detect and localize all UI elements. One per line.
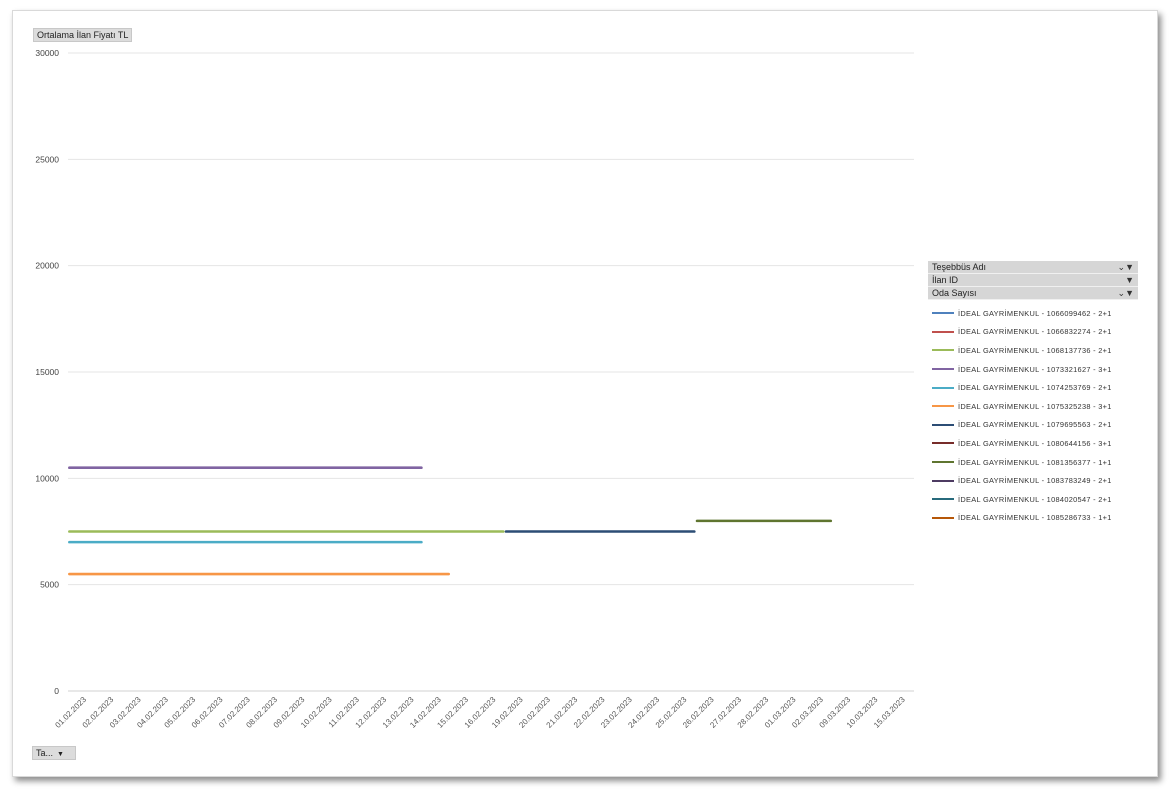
legend-field-label: İlan ID	[932, 275, 959, 285]
x-field-label: Ta...	[36, 748, 54, 758]
legend-swatch	[932, 330, 954, 333]
legend-field-oda-sayisi[interactable]: Oda Sayısı ⌄▼	[928, 287, 1138, 300]
legend-swatch	[932, 516, 954, 519]
legend-field-label: Teşebbüs Adı	[932, 262, 987, 272]
y-tick-label: 15000	[35, 367, 59, 377]
legend-swatch	[932, 405, 954, 408]
legend: Teşebbüs Adı ⌄▼ İlan ID ▼ Oda Sayısı ⌄▼ …	[928, 261, 1138, 527]
legend-swatch	[932, 479, 954, 482]
legend-label: İDEAL GAYRİMENKUL - 1083783249 - 2+1	[958, 476, 1112, 486]
filter-icon[interactable]: ⌄▼	[1118, 261, 1134, 273]
legend-field-label: Oda Sayısı	[932, 288, 977, 298]
legend-swatch	[932, 423, 954, 426]
y-tick-label: 5000	[40, 580, 59, 590]
legend-item: İDEAL GAYRİMENKUL - 1085286733 - 1+1	[928, 509, 1138, 528]
legend-swatch	[932, 498, 954, 501]
legend-label: İDEAL GAYRİMENKUL - 1084020547 - 2+1	[958, 494, 1112, 504]
y-tick-label: 10000	[35, 473, 59, 483]
series-lines	[68, 466, 833, 576]
legend-label: İDEAL GAYRİMENKUL - 1066832274 - 2+1	[958, 327, 1112, 337]
legend-label: İDEAL GAYRİMENKUL - 1085286733 - 1+1	[958, 513, 1112, 523]
filter-icon[interactable]: ⌄▼	[1118, 287, 1134, 299]
legend-label: İDEAL GAYRİMENKUL - 1073321627 - 3+1	[958, 364, 1112, 374]
y-tick-label: 20000	[35, 261, 59, 271]
y-field-button[interactable]: Ortalama İlan Fiyatı TL	[33, 28, 133, 42]
legend-field-tesebbus[interactable]: Teşebbüs Adı ⌄▼	[928, 261, 1138, 274]
legend-item: İDEAL GAYRİMENKUL - 1068137736 - 2+1	[928, 341, 1138, 360]
legend-label: İDEAL GAYRİMENKUL - 1079695563 - 2+1	[958, 420, 1112, 430]
legend-label: İDEAL GAYRİMENKUL - 1068137736 - 2+1	[958, 345, 1112, 355]
y-tick-label: 30000	[35, 48, 59, 58]
legend-item: İDEAL GAYRİMENKUL - 1074253769 - 2+1	[928, 378, 1138, 397]
legend-swatch	[932, 349, 954, 352]
legend-item: İDEAL GAYRİMENKUL - 1081356377 - 1+1	[928, 453, 1138, 472]
dropdown-arrow-icon: ▼	[57, 751, 64, 758]
legend-swatch	[932, 386, 954, 389]
legend-item: İDEAL GAYRİMENKUL - 1083783249 - 2+1	[928, 471, 1138, 490]
legend-item: İDEAL GAYRİMENKUL - 1080644156 - 3+1	[928, 434, 1138, 453]
legend-item: İDEAL GAYRİMENKUL - 1079695563 - 2+1	[928, 416, 1138, 435]
legend-field-ilan-id[interactable]: İlan ID ▼	[928, 274, 1138, 287]
legend-item: İDEAL GAYRİMENKUL - 1066832274 - 2+1	[928, 323, 1138, 342]
dropdown-icon[interactable]: ▼	[1125, 274, 1134, 286]
y-axis-ticks: 0 5000 10000 15000 20000 25000 30000	[35, 48, 59, 696]
legend-swatch	[932, 461, 954, 464]
legend-label: İDEAL GAYRİMENKUL - 1066099462 - 2+1	[958, 308, 1112, 318]
legend-label: İDEAL GAYRİMENKUL - 1080644156 - 3+1	[958, 438, 1112, 448]
legend-label: İDEAL GAYRİMENKUL - 1081356377 - 1+1	[958, 457, 1112, 467]
legend-label: İDEAL GAYRİMENKUL - 1075325238 - 3+1	[958, 401, 1112, 411]
legend-item: İDEAL GAYRİMENKUL - 1066099462 - 2+1	[928, 304, 1138, 323]
legend-items: İDEAL GAYRİMENKUL - 1066099462 - 2+1 İDEA…	[928, 304, 1138, 527]
y-tick-label: 0	[54, 686, 59, 696]
legend-item: İDEAL GAYRİMENKUL - 1084020547 - 2+1	[928, 490, 1138, 509]
x-axis-ticks: 01.02.202302.02.202303.02.202304.02.2023…	[53, 695, 907, 730]
y-tick-label: 25000	[35, 154, 59, 164]
legend-label: İDEAL GAYRİMENKUL - 1074253769 - 2+1	[958, 383, 1112, 393]
x-field-button[interactable]: Ta... ▼	[32, 746, 76, 760]
legend-swatch	[932, 442, 954, 445]
legend-swatch	[932, 368, 954, 371]
legend-swatch	[932, 312, 954, 315]
legend-item: İDEAL GAYRİMENKUL - 1075325238 - 3+1	[928, 397, 1138, 416]
legend-item: İDEAL GAYRİMENKUL - 1073321627 - 3+1	[928, 360, 1138, 379]
gridlines	[68, 52, 914, 692]
